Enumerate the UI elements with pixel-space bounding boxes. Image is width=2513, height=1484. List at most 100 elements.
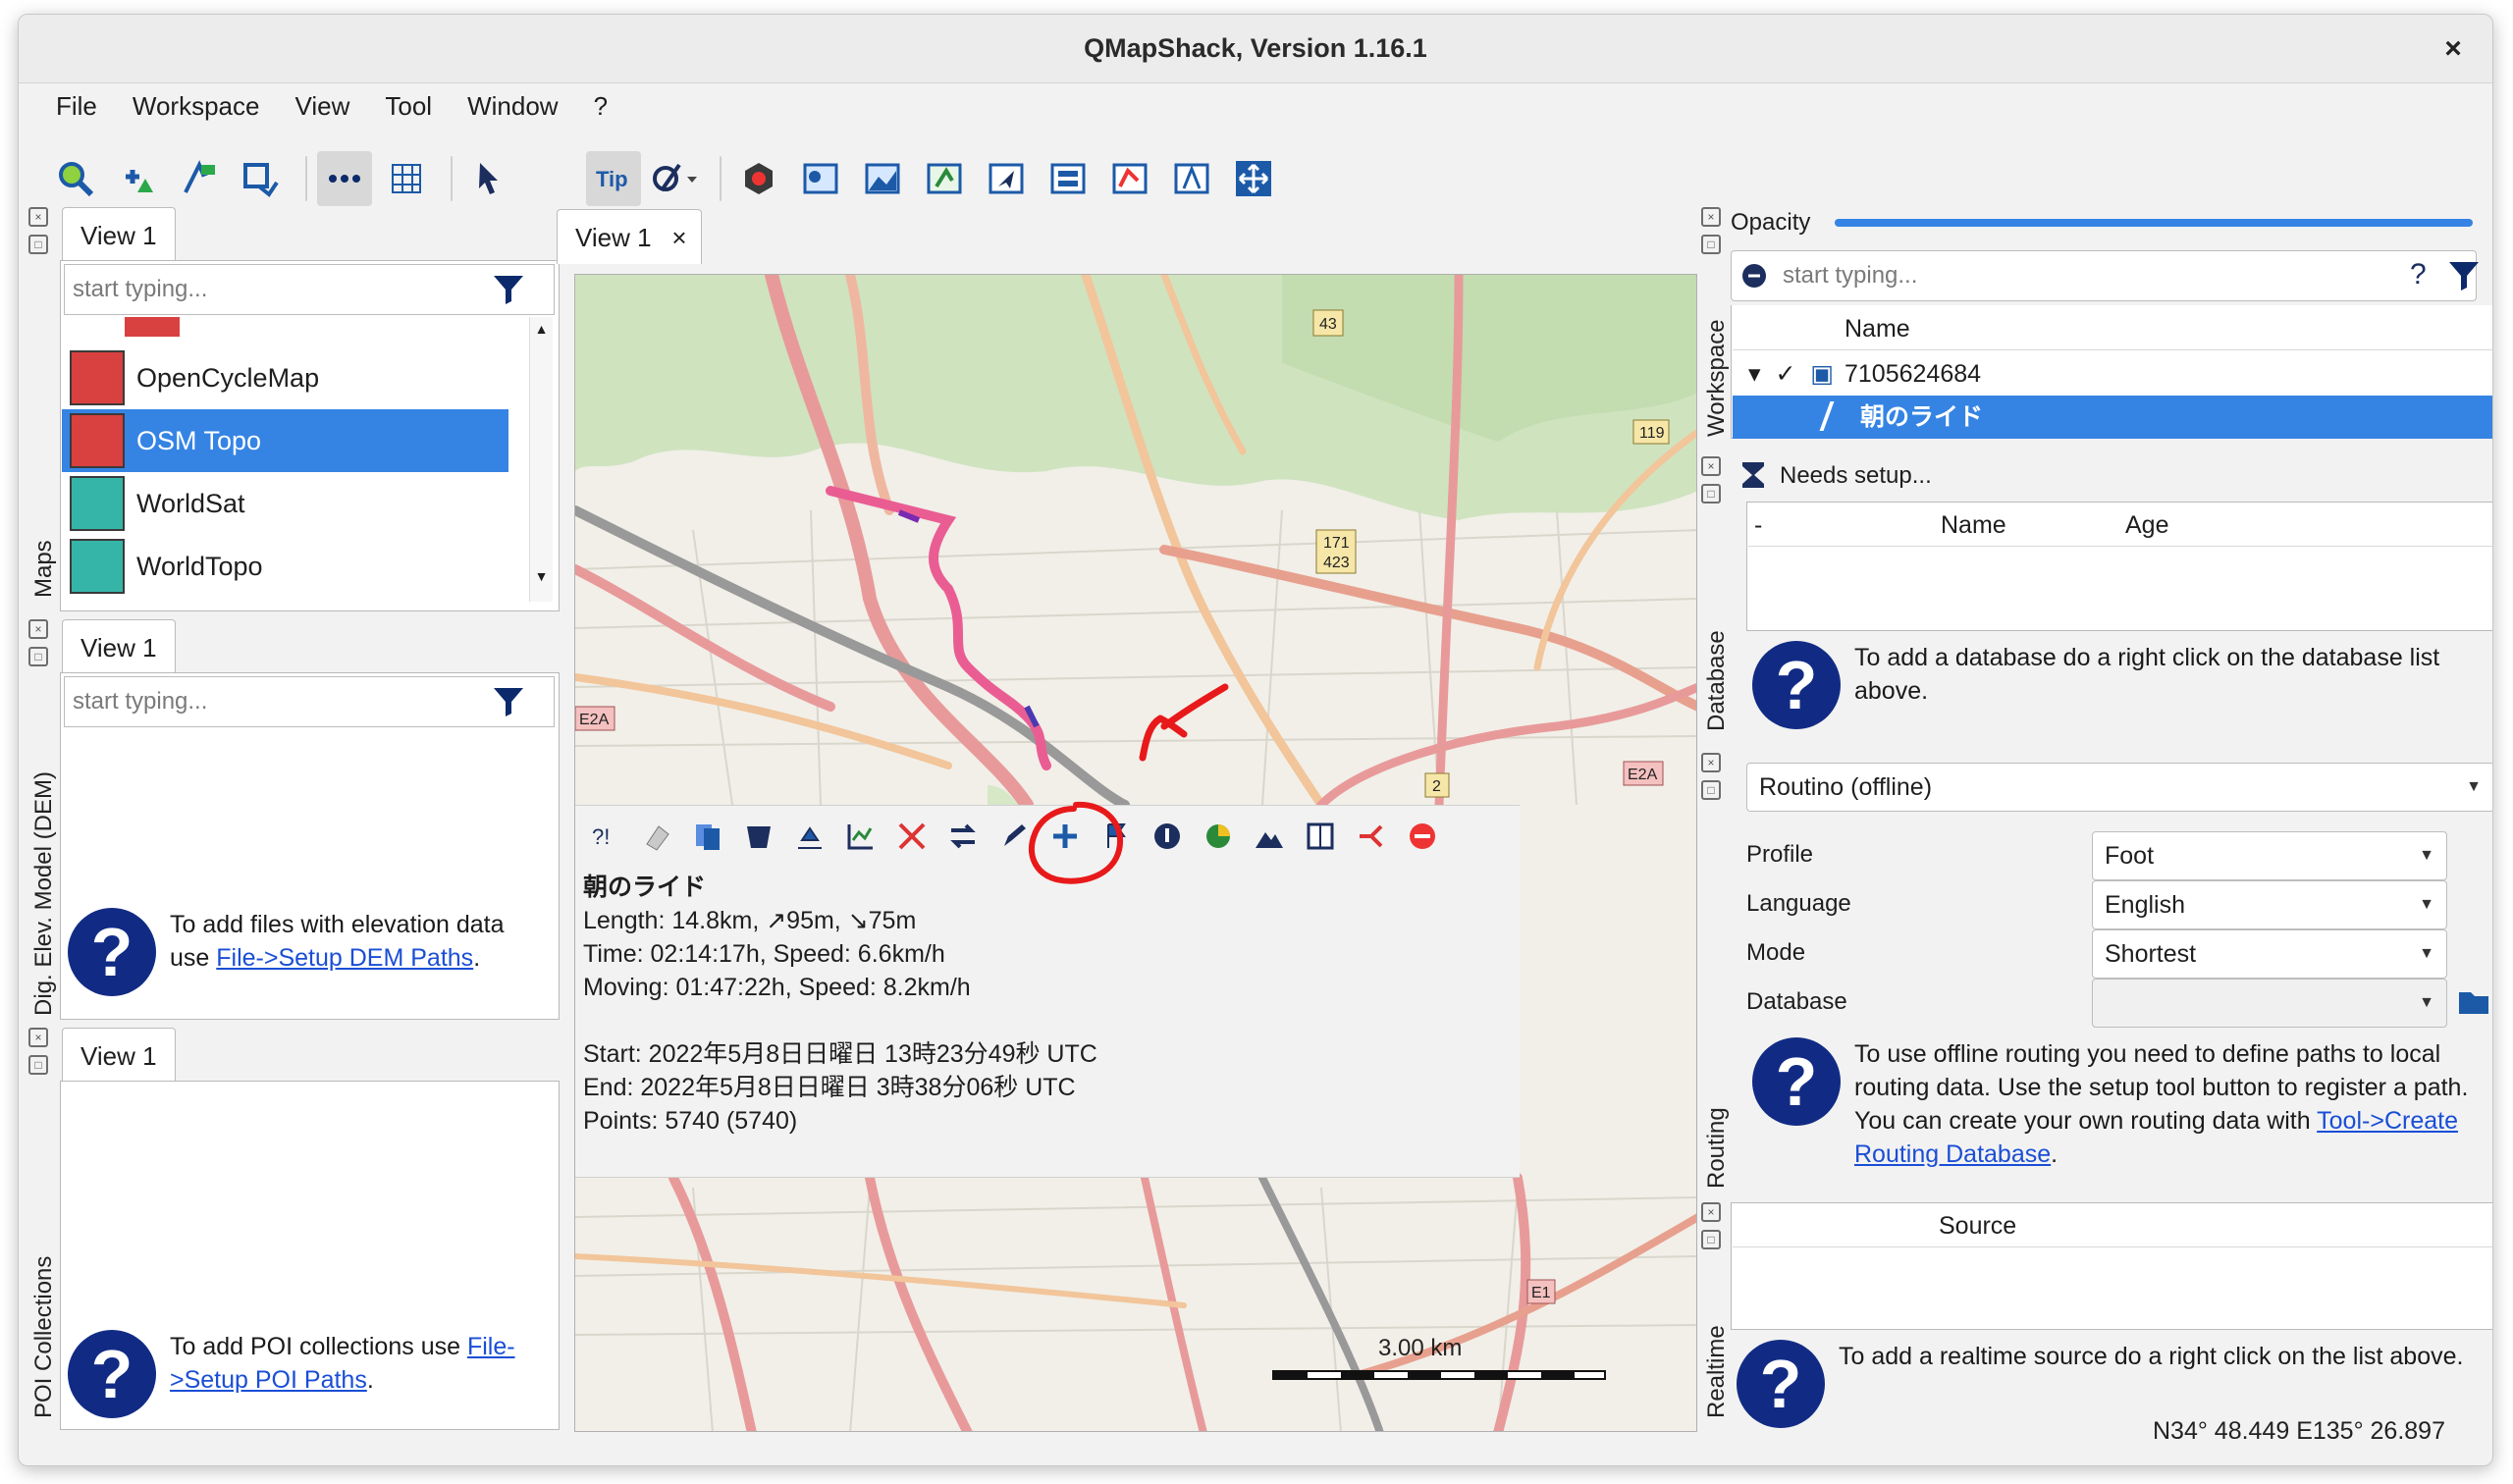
add-track-icon[interactable]	[234, 151, 289, 206]
gps-icon[interactable]	[731, 151, 786, 206]
map-canvas[interactable]: 43 171 423 119 E2A E2A 2 E1 ?! 朝のライド Len…	[574, 274, 1697, 1432]
routing-engine-select[interactable]: Routino (offline) ▼	[1746, 763, 2492, 812]
dock-float-button[interactable]: □	[28, 1055, 48, 1075]
database-column-name[interactable]: Name	[1941, 504, 2006, 547]
book-icon[interactable]	[1300, 816, 1341, 857]
activity-icon[interactable]	[1198, 816, 1239, 857]
realtime-column-source[interactable]: Source	[1733, 1204, 2492, 1247]
folder-icon[interactable]	[2457, 986, 2490, 1016]
zoom-icon[interactable]	[48, 151, 103, 206]
map-item-worldtopo[interactable]: WorldTopo	[62, 535, 508, 598]
database-column-age[interactable]: Age	[2125, 504, 2168, 547]
workspace-column-name[interactable]: Name	[1733, 307, 2492, 350]
profile-select[interactable]: Foot ▼	[2092, 831, 2447, 880]
maps-scrollbar[interactable]: ▲ ▼	[529, 317, 553, 602]
mode-select[interactable]: Shortest ▼	[2092, 929, 2447, 979]
menu-workspace[interactable]: Workspace	[115, 91, 278, 122]
filter-icon[interactable]	[492, 272, 525, 305]
navigate-icon[interactable]	[979, 151, 1034, 206]
bucket-icon[interactable]	[738, 816, 779, 857]
map-tile-icon	[70, 539, 125, 594]
dock-close-button[interactable]: ×	[1701, 753, 1721, 772]
map-item-osm-topo[interactable]: OSM Topo	[62, 409, 508, 472]
help-icon: ?	[1737, 1340, 1825, 1428]
dots-icon[interactable]	[317, 151, 372, 206]
dock-close-button[interactable]: ×	[1701, 1202, 1721, 1222]
filter-icon[interactable]	[2447, 258, 2481, 292]
menu-help[interactable]: ?	[576, 91, 625, 122]
menu-file[interactable]: File	[38, 91, 115, 122]
map-icon[interactable]	[793, 151, 848, 206]
dock-float-button[interactable]: □	[1701, 484, 1721, 504]
copy-icon[interactable]	[687, 816, 728, 857]
tab-map-view-1[interactable]: View 1 ×	[557, 209, 702, 264]
menu-window[interactable]: Window	[450, 91, 575, 122]
tip-icon[interactable]: Tip	[586, 151, 641, 206]
maps-filter-input[interactable]: start typing...	[64, 264, 555, 315]
tab-poi-view[interactable]: View 1	[62, 1028, 176, 1083]
database-field-label: Database	[1746, 988, 1847, 1015]
routing-icon[interactable]	[1164, 151, 1219, 206]
info-circle-icon[interactable]	[1147, 816, 1188, 857]
database-header: - Name Age	[1748, 504, 2492, 547]
profile-icon[interactable]	[789, 816, 830, 857]
dock-close-button[interactable]: ×	[1701, 456, 1721, 476]
split-icon[interactable]	[1351, 816, 1392, 857]
moon-icon[interactable]	[524, 151, 579, 206]
workspace-project-row[interactable]: ▾ ✓ ▣ 7105624684	[1733, 354, 2492, 394]
graph-icon[interactable]	[840, 816, 882, 857]
database-icon[interactable]	[1102, 151, 1157, 206]
dock-float-button[interactable]: □	[1701, 780, 1721, 800]
window-title: QMapShack, Version 1.16.1	[1084, 33, 1427, 63]
menu-bar: File Workspace View Tool Window ?	[19, 83, 2492, 129]
dock-close-button[interactable]: ×	[1701, 207, 1721, 227]
dock-close-button[interactable]: ×	[28, 207, 48, 227]
opacity-slider[interactable]	[1835, 219, 2473, 227]
tab-dem-view[interactable]: View 1	[62, 619, 176, 674]
eraser-icon[interactable]	[636, 816, 677, 857]
info-icon[interactable]: ?!	[585, 816, 626, 857]
check-icon[interactable]: ✓	[1776, 360, 1796, 388]
reverse-icon[interactable]	[942, 816, 984, 857]
tab-close-icon[interactable]: ×	[671, 210, 686, 265]
add-waypoint-icon[interactable]	[110, 151, 165, 206]
search-clear-icon[interactable]	[1740, 262, 1768, 290]
measure-icon[interactable]	[648, 151, 703, 206]
expand-arrow-icon[interactable]: ▾	[1748, 360, 1761, 388]
add-route-icon[interactable]	[172, 151, 227, 206]
filter-icon[interactable]	[492, 684, 525, 717]
poi-icon[interactable]	[917, 151, 972, 206]
elevation-icon[interactable]	[855, 151, 910, 206]
dock-float-button[interactable]: □	[28, 235, 48, 254]
project-icon: ▣	[1810, 360, 1835, 388]
database-help: ? To add a database do a right click on …	[1752, 641, 2492, 729]
elevation-icon[interactable]	[1249, 816, 1290, 857]
dock-close-button[interactable]: ×	[28, 1028, 48, 1047]
setup-dem-paths-link[interactable]: File->Setup DEM Paths	[216, 944, 473, 972]
grid-icon[interactable]	[379, 151, 434, 206]
routing-database-select[interactable]: ▼	[2092, 979, 2447, 1028]
realtime-help: ? To add a realtime source do a right cl…	[1737, 1340, 2492, 1428]
delete-icon[interactable]	[1402, 816, 1443, 857]
fullscreen-icon[interactable]	[1226, 151, 1281, 206]
workspace-filter-input[interactable]: start typing...	[1731, 250, 2477, 301]
map-item-opencyclemap[interactable]: OpenCycleMap	[62, 346, 508, 409]
realtime-dock-label: Realtime	[1703, 1325, 1730, 1418]
cut-icon[interactable]	[891, 816, 933, 857]
menu-tool[interactable]: Tool	[367, 91, 450, 122]
cursor-icon[interactable]	[462, 151, 517, 206]
close-icon[interactable]: ×	[2435, 31, 2471, 67]
menu-view[interactable]: View	[277, 91, 367, 122]
help-icon[interactable]: ?	[2410, 258, 2427, 292]
map-item-worldsat[interactable]: WorldSat	[62, 472, 508, 535]
svg-text:E2A: E2A	[579, 712, 610, 728]
dock-float-button[interactable]: □	[1701, 1230, 1721, 1249]
workspace-icon[interactable]	[1041, 151, 1096, 206]
language-select[interactable]: English ▼	[2092, 880, 2447, 929]
dock-float-button[interactable]: □	[1701, 235, 1721, 254]
dock-close-button[interactable]: ×	[28, 619, 48, 639]
dem-filter-input[interactable]: start typing...	[64, 676, 555, 727]
tab-maps-view[interactable]: View 1	[62, 207, 176, 262]
workspace-track-row[interactable]: 朝のライド	[1733, 396, 2492, 439]
dock-float-button[interactable]: □	[28, 647, 48, 666]
